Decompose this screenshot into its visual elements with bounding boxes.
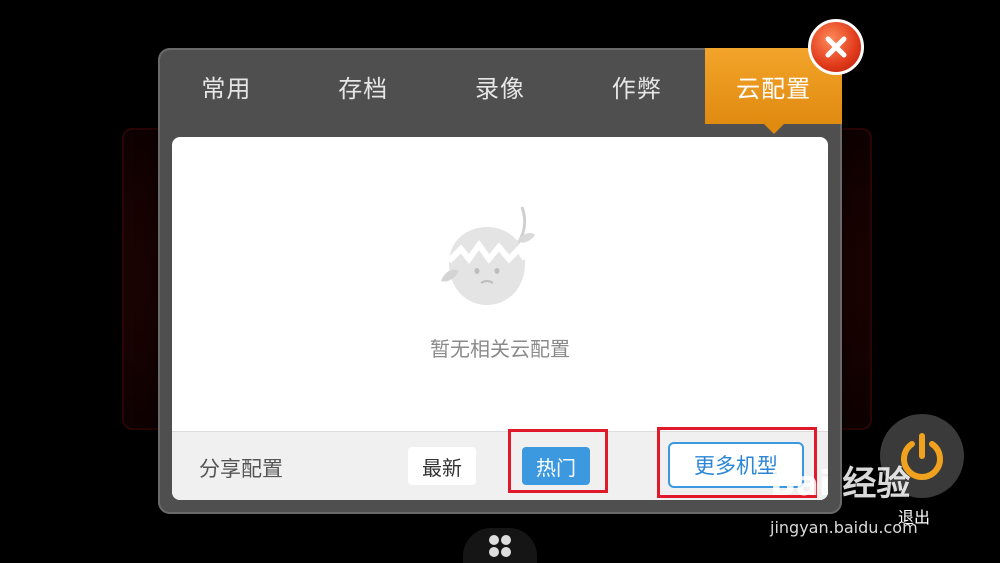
empty-state-text: 暂无相关云配置 <box>430 337 570 361</box>
share-config-label[interactable]: 分享配置 <box>199 453 283 483</box>
content-panel: 暂无相关云配置 分享配置 最新 热门 更多机型 <box>172 137 828 500</box>
bottom-bar: 分享配置 最新 热门 更多机型 <box>172 431 828 500</box>
tab-common[interactable]: 常用 <box>158 48 295 124</box>
menu-toggle[interactable] <box>463 528 537 563</box>
watermark-url: jingyan.baidu.com <box>770 518 918 537</box>
broken-egg-icon <box>441 206 535 305</box>
more-models-button[interactable]: 更多机型 <box>668 442 804 488</box>
power-icon <box>901 433 943 480</box>
tab-bar: 常用 存档 录像 作弊 云配置 <box>158 48 842 134</box>
newest-button[interactable]: 最新 <box>408 447 476 485</box>
exit-button[interactable] <box>880 414 964 498</box>
tab-recording[interactable]: 录像 <box>432 48 569 124</box>
close-button[interactable] <box>808 19 864 75</box>
tab-cheat[interactable]: 作弊 <box>568 48 705 124</box>
hot-button[interactable]: 热门 <box>522 447 590 485</box>
close-icon <box>825 36 847 58</box>
tab-savestate[interactable]: 存档 <box>295 48 432 124</box>
settings-dialog: 常用 存档 录像 作弊 云配置 暂无相关云配置 分享配置 最新 热门 更多机型 <box>158 48 842 514</box>
exit-label: 退出 <box>898 508 931 527</box>
grid-menu-icon <box>489 534 511 557</box>
